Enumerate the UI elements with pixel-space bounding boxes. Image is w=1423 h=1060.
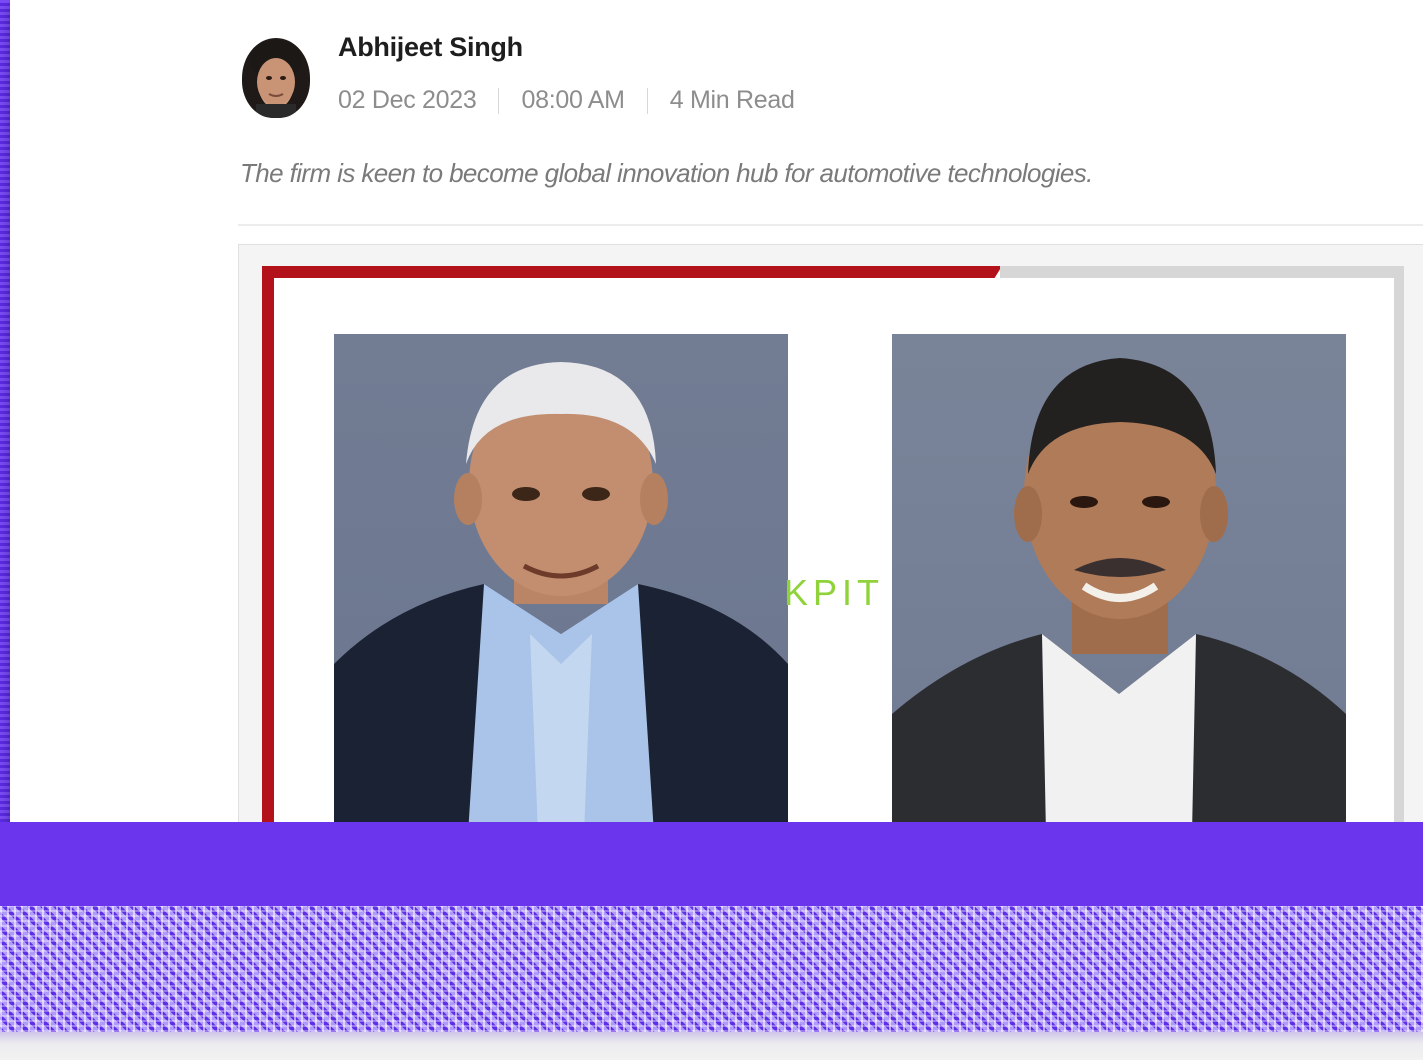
- bottom-purple-band: [0, 822, 1423, 908]
- author-name[interactable]: Abhijeet Singh: [338, 32, 523, 63]
- publish-date: 02 Dec 2023: [338, 86, 477, 114]
- meta-separator: [646, 87, 648, 114]
- hero-grey-side-bar: [1394, 266, 1404, 822]
- bottom-light-strip: [0, 1032, 1423, 1060]
- portrait-left-image: [334, 362, 788, 822]
- author-avatar[interactable]: [242, 38, 310, 118]
- portrait-right-image: [892, 358, 1346, 822]
- section-divider: [238, 224, 1423, 226]
- hero-red-side-bar: [262, 266, 274, 822]
- publish-time: 08:00 AM: [521, 86, 625, 114]
- article-card: Abhijeet Singh 02 Dec 2023 08:00 AM 4 Mi…: [10, 0, 1423, 822]
- left-decorative-strip: [0, 0, 10, 830]
- hero-grey-top-bar: [1000, 266, 1404, 278]
- brand-logo-text: KPIT: [784, 572, 885, 613]
- hero-red-top-bar: [262, 266, 1002, 278]
- article-summary: The firm is keen to become global innova…: [240, 158, 1093, 188]
- author-avatar-image: [250, 40, 302, 118]
- portrait-left: [334, 334, 788, 822]
- hero-image: KPIT: [262, 266, 1404, 822]
- portrait-right: [892, 334, 1346, 822]
- read-time: 4 Min Read: [669, 86, 795, 114]
- bottom-noise-texture: [0, 906, 1423, 1032]
- article-meta: 02 Dec 2023 08:00 AM 4 Min Read: [338, 86, 795, 115]
- meta-separator: [498, 87, 500, 114]
